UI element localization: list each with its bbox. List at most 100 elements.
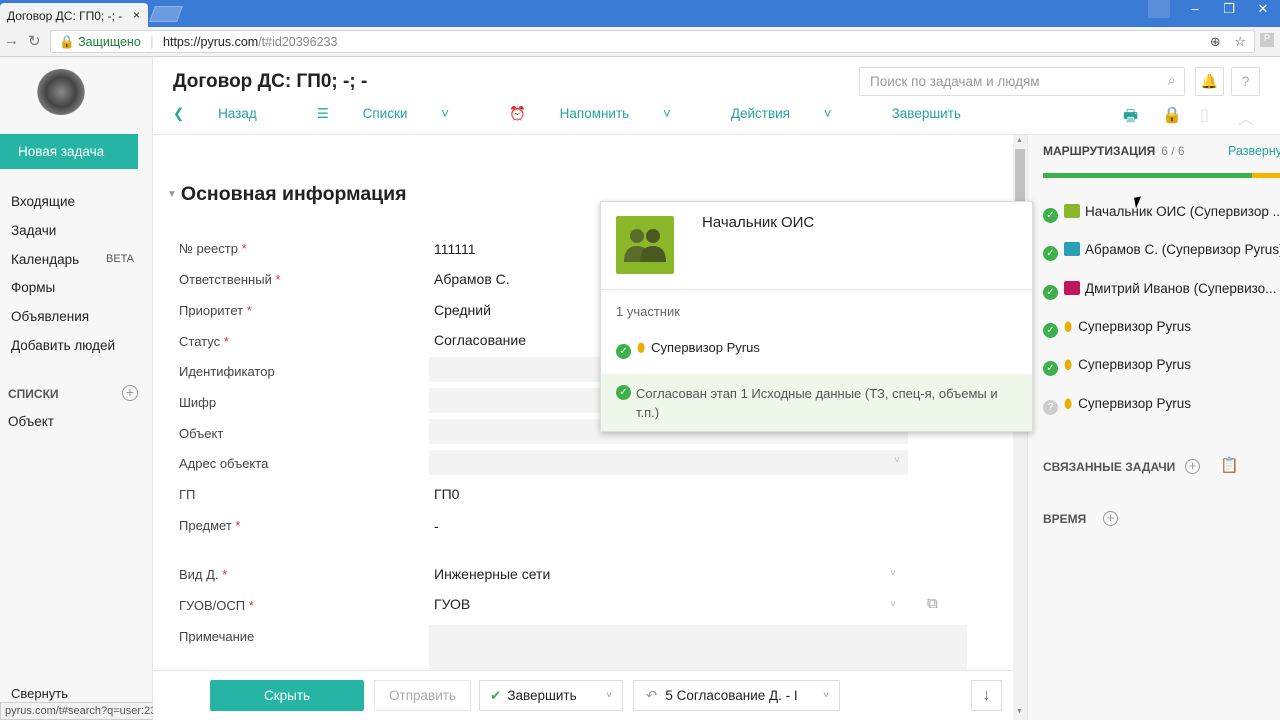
check-circle-icon: ✓ — [616, 344, 631, 359]
routing-item[interactable]: ✓ Дмитрий Иванов (Супервизо... — [1043, 281, 1280, 300]
new-tab-button[interactable] — [149, 6, 183, 22]
company-logo[interactable] — [37, 69, 85, 115]
back-button[interactable]: ❮ Назад — [173, 106, 287, 122]
finish-link[interactable]: Завершить — [892, 106, 961, 122]
popup-role-name: Начальник ОИС — [702, 214, 815, 231]
popup-member[interactable]: ✓ ⬮ Супервизор Pyrus — [616, 340, 760, 359]
extension-icon[interactable]: P — [1260, 33, 1274, 47]
routing-item[interactable]: ? ⬮ Супервизор Pyrus — [1043, 396, 1280, 415]
chevron-up-icon[interactable]: ︿ — [1238, 105, 1254, 129]
chevron-down-icon[interactable]: ˅ — [890, 568, 896, 579]
role-popup: Начальник ОИС 1 участник ✓ ⬮ Супервизор Py… — [600, 201, 1033, 432]
sidebar-item-announcements[interactable]: Объявления — [11, 309, 89, 324]
bell-icon[interactable]: 🔔 — [1195, 67, 1224, 96]
chevron-down-icon: ˅ — [823, 690, 829, 701]
field-label: Шифр — [179, 395, 217, 410]
panel-icon[interactable]: ▯ — [1200, 105, 1209, 125]
minimize-icon[interactable]: – — [1178, 0, 1212, 27]
alarm-clock-icon: ⏰ — [509, 106, 530, 121]
close-window-icon[interactable]: ✕ — [1246, 0, 1280, 27]
lock-icon: 🔒 — [59, 35, 75, 49]
remind-menu[interactable]: ⏰ Напомнить ˅ — [509, 106, 701, 122]
bottom-action-bar: Скрыть Отправить ✔ Завершить ˅ ↶ 5 Согласо… — [153, 670, 1013, 720]
maximize-icon[interactable]: ❐ — [1212, 0, 1246, 27]
field-label: Предмет * — [179, 518, 241, 533]
group-avatar-icon — [616, 216, 674, 274]
sidebar-item-calendar[interactable]: Календарь BETA — [11, 252, 134, 267]
routing-heading: МАРШРУТИЗАЦИЯ 6 / 6 — [1043, 144, 1185, 158]
forward-icon[interactable]: → — [4, 32, 19, 49]
sidebar-list-object[interactable]: Объект — [8, 414, 54, 429]
scroll-down-icon[interactable]: ▼ — [1016, 708, 1023, 715]
group-icon — [1064, 281, 1080, 295]
left-sidebar: Новая задача Входящие Задачи Календарь B… — [0, 57, 153, 720]
profile-icon[interactable] — [1148, 0, 1170, 18]
lock-icon[interactable]: 🔒 — [1162, 105, 1182, 125]
bookmark-star-icon[interactable]: ☆ — [1234, 34, 1246, 49]
actions-menu[interactable]: Действия ˅ — [731, 106, 862, 122]
field-value[interactable]: Согласование — [434, 332, 526, 348]
field-value[interactable]: ГУОВ — [434, 596, 470, 612]
add-list-icon[interactable]: + — [122, 385, 138, 401]
field-value[interactable]: - — [434, 518, 439, 534]
sidebar-item-label: Календарь — [11, 252, 80, 267]
linked-tasks-heading: СВЯЗАННЫЕ ЗАДАЧИ — [1043, 460, 1176, 474]
step-select[interactable]: ↶ 5 Согласование Д. - I ˅ — [633, 680, 840, 711]
field-label: ГП — [179, 487, 196, 502]
page-title: Договор ДС: ГП0; -; - — [173, 71, 368, 92]
routing-item[interactable]: ✓ ⬮ Супервизор Pyrus — [1043, 319, 1280, 338]
reload-icon[interactable]: ↻ — [28, 32, 41, 50]
check-circle-icon: ✓ — [616, 385, 631, 400]
sidebar-item-add-people[interactable]: Добавить людей — [11, 338, 115, 353]
arrow-down-button[interactable]: ↓ — [971, 680, 1002, 711]
external-link-icon[interactable]: ⧉ — [927, 595, 938, 612]
tab-close-icon[interactable]: × — [133, 8, 140, 22]
expand-link[interactable]: Развернуть — [1228, 144, 1280, 158]
field-value[interactable]: Инженерные сети — [434, 566, 550, 582]
chevron-down-icon[interactable]: ˅ — [890, 599, 896, 610]
sidebar-item-inbox[interactable]: Входящие — [11, 194, 75, 209]
group-icon — [1064, 242, 1080, 256]
field-value[interactable]: ГП0 — [434, 486, 459, 502]
pending-circle-icon: ? — [1043, 400, 1058, 415]
add-linked-task-icon[interactable]: + — [1185, 459, 1200, 474]
routing-item[interactable]: ✓ Начальник ОИС (Супервизор ... — [1043, 204, 1280, 223]
help-button[interactable]: ? — [1231, 67, 1260, 96]
section-title[interactable]: ▼ Основная информация — [167, 183, 407, 206]
send-button[interactable]: Отправить — [374, 680, 471, 711]
field-value[interactable]: 111111 — [434, 241, 476, 257]
scrollbar-thumb[interactable] — [1015, 149, 1025, 204]
clipboard-icon[interactable]: 📋 — [1220, 456, 1239, 474]
sidebar-item-tasks[interactable]: Задачи — [11, 223, 56, 238]
field-label: Примечание — [179, 629, 255, 644]
new-task-button[interactable]: Новая задача — [0, 134, 138, 169]
routing-item[interactable]: ✓ ⬮ Супервизор Pyrus — [1043, 357, 1280, 376]
lists-menu[interactable]: ☰ Списки ˅ — [317, 106, 479, 122]
check-circle-icon: ✓ — [1043, 285, 1058, 300]
zoom-icon[interactable]: ⊕ — [1210, 34, 1221, 49]
collapse-sidebar-button[interactable]: Свернуть — [11, 686, 68, 701]
finish-button[interactable]: ✔ Завершить ˅ — [479, 680, 623, 711]
field-value[interactable]: Абрамов С. — [434, 271, 510, 287]
note-field[interactable] — [429, 625, 967, 670]
hide-button[interactable]: Скрыть — [210, 680, 364, 711]
location-pin-icon: ⬮ — [1064, 357, 1073, 372]
scroll-up-icon[interactable]: ▲ — [1016, 137, 1023, 144]
sidebar-item-forms[interactable]: Формы — [11, 280, 55, 295]
collapse-triangle-icon: ▼ — [167, 189, 177, 200]
url-input[interactable]: 🔒 Защищено | https://pyrus.com/t#id20396… — [50, 30, 1255, 53]
add-time-icon[interactable]: + — [1103, 511, 1118, 526]
object-address-select[interactable]: ˅ — [429, 450, 908, 475]
chevron-down-icon[interactable]: ˅ — [606, 681, 612, 710]
location-pin-icon: ⬮ — [1064, 319, 1073, 334]
routing-item[interactable]: ✓ Абрамов С. (Супервизор Pyrus) — [1043, 242, 1280, 261]
print-icon[interactable]: 🖶 — [1123, 105, 1138, 132]
chevron-down-icon: ˅ — [894, 455, 900, 466]
routing-progress-bar — [1043, 173, 1280, 178]
search-icon[interactable]: ⌕ — [1168, 72, 1176, 89]
field-value[interactable]: Средний — [434, 302, 491, 318]
search-input[interactable]: Поиск по задачам и людям ⌕ — [859, 67, 1185, 96]
browser-tab[interactable]: Договор ДС: ГП0; -; - × — [0, 3, 148, 27]
field-label: № реестр * — [179, 241, 247, 256]
address-bar-row: → ↻ 🔒 Защищено | https://pyrus.com/t#id2… — [0, 27, 1280, 57]
